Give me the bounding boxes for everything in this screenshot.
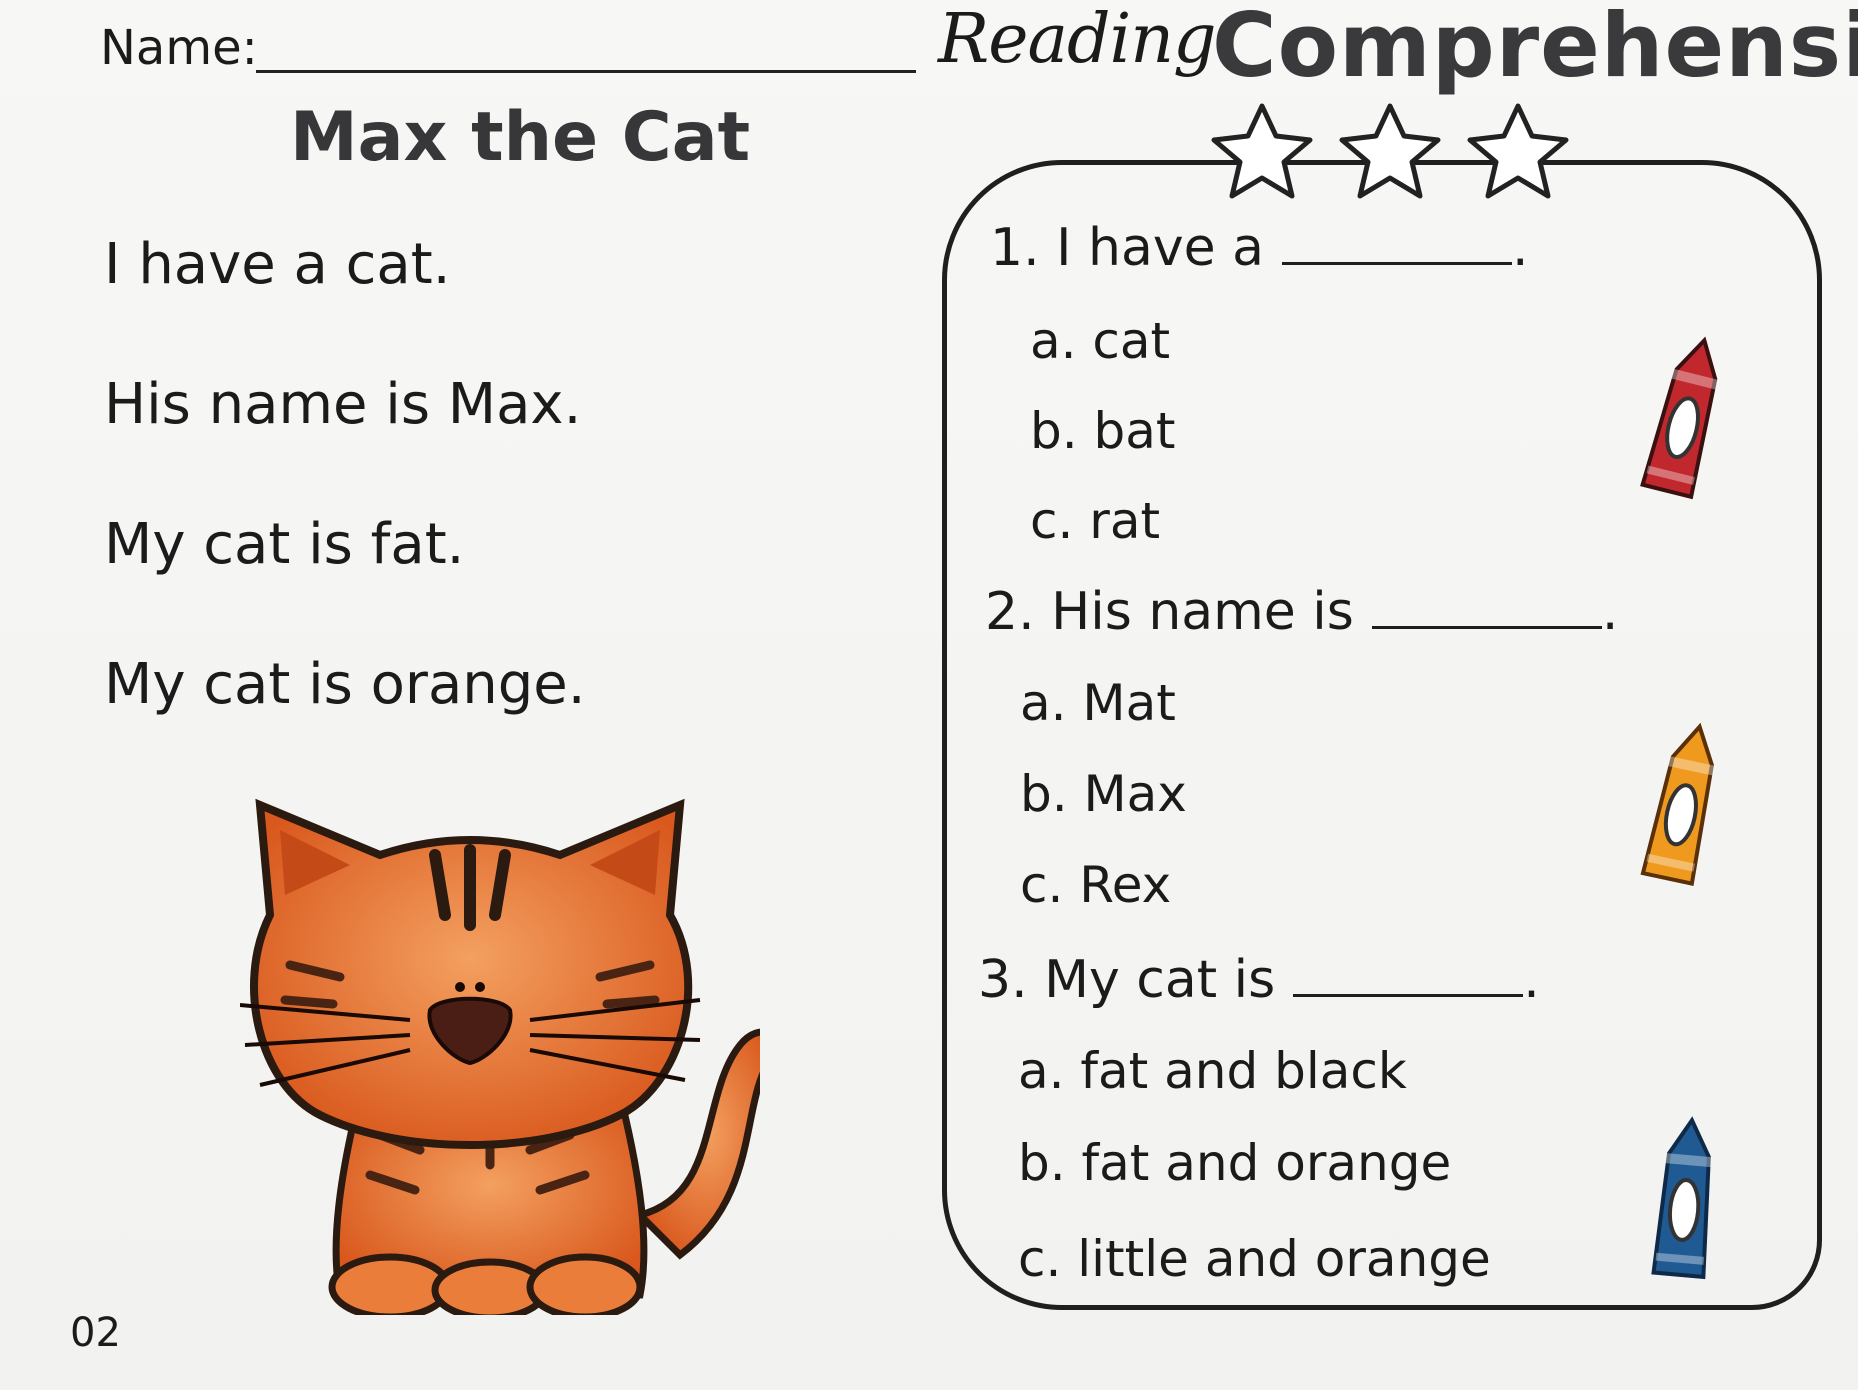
story-line: My cat is orange. [104,652,586,717]
story-line: I have a cat. [104,232,451,297]
page-number: 02 [70,1310,121,1356]
question-3: 3. My cat is. [978,950,1540,1010]
answer-blank[interactable] [1282,258,1512,265]
question-end: . [1523,950,1540,1010]
option-2c[interactable]: c. Rex [1020,856,1171,914]
story-line: His name is Max. [104,372,582,437]
header-title-comprehension: Comprehension [1212,0,1858,97]
question-end: . [1601,582,1619,642]
option-1a[interactable]: a. cat [1030,312,1170,370]
option-3a[interactable]: a. fat and black [1018,1042,1407,1100]
question-2: 2. His name is. [985,582,1618,642]
option-2b[interactable]: b. Max [1020,765,1187,823]
star-icon [1211,103,1313,199]
cat-illustration [240,798,760,1315]
stars-decoration [1211,103,1569,199]
story-title: Max the Cat [290,98,751,177]
star-icon [1339,103,1441,199]
question-prompt: 1. I have a [990,218,1264,278]
name-write-line[interactable] [256,70,916,73]
crayon-icon [1651,1116,1712,1280]
answer-blank[interactable] [1293,990,1524,997]
question-prompt: 3. My cat is [978,950,1276,1010]
option-1c[interactable]: c. rat [1030,492,1160,550]
worksheet-page: Name: Reading Comprehension Max the Cat … [0,0,1858,1390]
star-icon [1467,103,1569,199]
answer-blank[interactable] [1371,622,1602,629]
option-1b[interactable]: b. bat [1030,402,1176,460]
option-2a[interactable]: a. Mat [1020,674,1176,732]
header-title-reading: Reading [938,0,1217,79]
name-label: Name: [100,20,258,76]
question-1: 1. I have a. [990,218,1529,278]
option-3c[interactable]: c. little and orange [1018,1230,1491,1288]
question-end: . [1512,218,1529,278]
option-3b[interactable]: b. fat and orange [1018,1134,1451,1192]
question-prompt: 2. His name is [985,582,1354,642]
story-line: My cat is fat. [104,512,465,577]
